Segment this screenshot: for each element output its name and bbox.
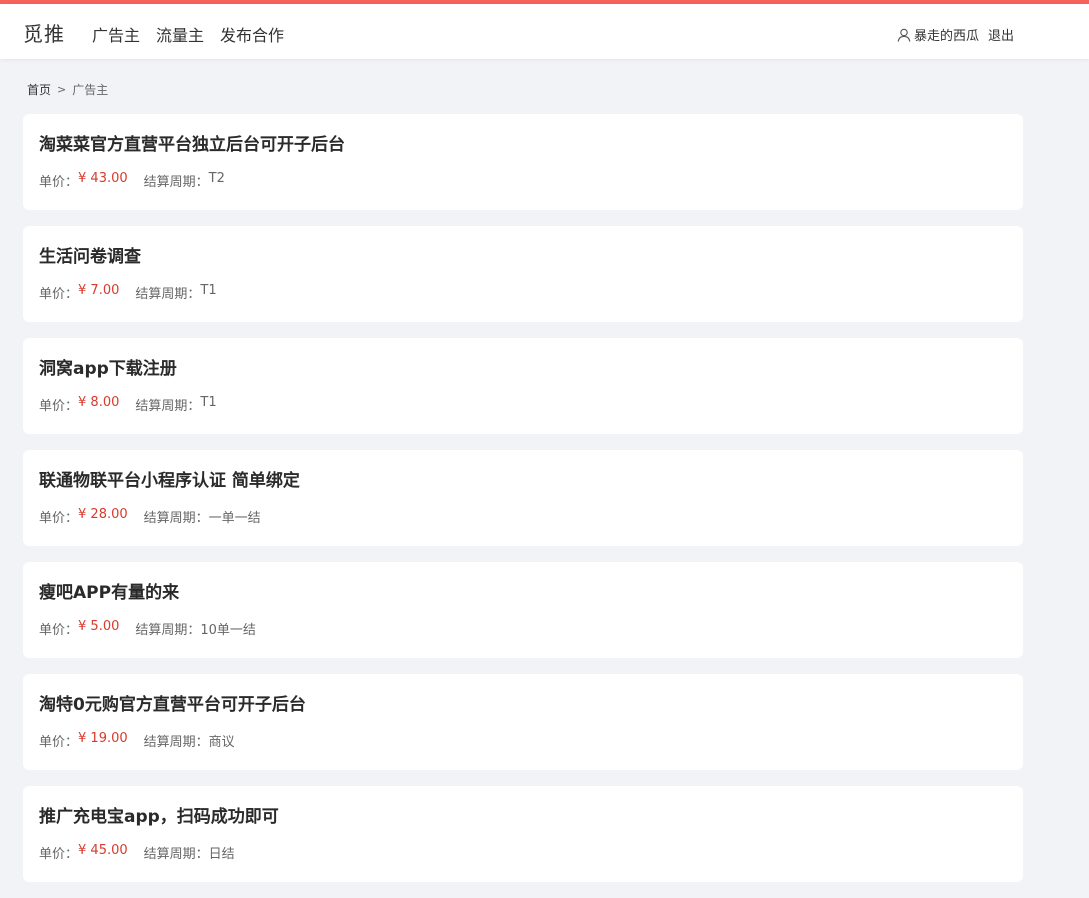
price-label: 单价： — [39, 735, 79, 750]
cycle-label: 结算周期： — [143, 735, 209, 750]
breadcrumb-current: 广告主 — [72, 83, 109, 97]
price-value: ¥ 8.00 — [78, 395, 120, 410]
cycle-value: T1 — [200, 395, 217, 410]
cycle-value: 10单一结 — [200, 623, 256, 638]
task-card[interactable]: 瘦吧APP有量的来 单价： ¥ 5.00 结算周期： 10单一结 — [23, 562, 1023, 658]
logo[interactable]: 觅推 — [23, 18, 65, 47]
price-value: ¥ 28.00 — [78, 507, 128, 522]
cycle-label: 结算周期： — [135, 399, 201, 414]
nav-item-advertiser[interactable]: 广告主 — [92, 22, 140, 46]
user-area: 暴走的西瓜 退出 — [897, 25, 1014, 44]
price-label: 单价： — [39, 399, 79, 414]
user-icon — [897, 28, 911, 42]
price-label: 单价： — [39, 847, 79, 862]
cycle-label: 结算周期： — [135, 287, 201, 302]
task-title: 淘菜菜官方直营平台独立后台可开子后台 — [39, 135, 345, 155]
nav-item-publish-cooperation[interactable]: 发布合作 — [220, 22, 284, 46]
task-meta: 单价： ¥ 5.00 结算周期： 10单一结 — [39, 619, 1007, 638]
cycle-value: T2 — [208, 171, 225, 186]
price-value: ¥ 43.00 — [78, 171, 128, 186]
price-value: ¥ 45.00 — [78, 843, 128, 858]
cycle-label: 结算周期： — [143, 175, 209, 190]
breadcrumb: 首页 > 广告主 — [27, 81, 108, 98]
price-label: 单价： — [39, 287, 79, 302]
cycle-value: 商议 — [208, 735, 235, 750]
cycle-label: 结算周期： — [143, 847, 209, 862]
cycle-value: T1 — [200, 283, 217, 298]
task-card[interactable]: 生活问卷调查 单价： ¥ 7.00 结算周期： T1 — [23, 226, 1023, 322]
task-meta: 单价： ¥ 19.00 结算周期： 商议 — [39, 731, 1007, 750]
cycle-label: 结算周期： — [143, 511, 209, 526]
main-nav: 广告主 流量主 发布合作 — [92, 22, 284, 46]
task-card[interactable]: 洞窝app下载注册 单价： ¥ 8.00 结算周期： T1 — [23, 338, 1023, 434]
task-meta: 单价： ¥ 28.00 结算周期： 一单一结 — [39, 507, 1007, 526]
task-title: 淘特0元购官方直营平台可开子后台 — [39, 695, 306, 715]
nav-item-publisher[interactable]: 流量主 — [156, 22, 204, 46]
price-label: 单价： — [39, 623, 79, 638]
logout-link[interactable]: 退出 — [988, 25, 1014, 44]
breadcrumb-home[interactable]: 首页 — [27, 81, 51, 98]
task-title: 联通物联平台小程序认证 简单绑定 — [39, 471, 300, 491]
cycle-value: 一单一结 — [208, 511, 261, 526]
task-meta: 单价： ¥ 45.00 结算周期： 日结 — [39, 843, 1007, 862]
price-label: 单价： — [39, 511, 79, 526]
task-card[interactable]: 淘菜菜官方直营平台独立后台可开子后台 单价： ¥ 43.00 结算周期： T2 — [23, 114, 1023, 210]
task-card[interactable]: 淘特0元购官方直营平台可开子后台 单价： ¥ 19.00 结算周期： 商议 — [23, 674, 1023, 770]
price-label: 单价： — [39, 175, 79, 190]
task-list: 淘菜菜官方直营平台独立后台可开子后台 单价： ¥ 43.00 结算周期： T2 … — [23, 114, 1023, 898]
price-value: ¥ 7.00 — [78, 283, 120, 298]
task-card[interactable]: 联通物联平台小程序认证 简单绑定 单价： ¥ 28.00 结算周期： 一单一结 — [23, 450, 1023, 546]
breadcrumb-separator: > — [57, 83, 67, 96]
cycle-label: 结算周期： — [135, 623, 201, 638]
task-title: 生活问卷调查 — [39, 247, 141, 267]
task-meta: 单价： ¥ 7.00 结算周期： T1 — [39, 283, 1007, 302]
cycle-value: 日结 — [208, 847, 235, 862]
task-title: 推广充电宝app，扫码成功即可 — [39, 807, 279, 827]
task-title: 瘦吧APP有量的来 — [39, 583, 180, 603]
price-value: ¥ 19.00 — [78, 731, 128, 746]
task-meta: 单价： ¥ 8.00 结算周期： T1 — [39, 395, 1007, 414]
username[interactable]: 暴走的西瓜 — [914, 25, 979, 44]
price-value: ¥ 5.00 — [78, 619, 120, 634]
task-card[interactable]: 推广充电宝app，扫码成功即可 单价： ¥ 45.00 结算周期： 日结 — [23, 786, 1023, 882]
task-title: 洞窝app下载注册 — [39, 359, 177, 379]
header: 觅推 广告主 流量主 发布合作 暴走的西瓜 退出 — [0, 4, 1089, 59]
task-meta: 单价： ¥ 43.00 结算周期： T2 — [39, 171, 1007, 190]
